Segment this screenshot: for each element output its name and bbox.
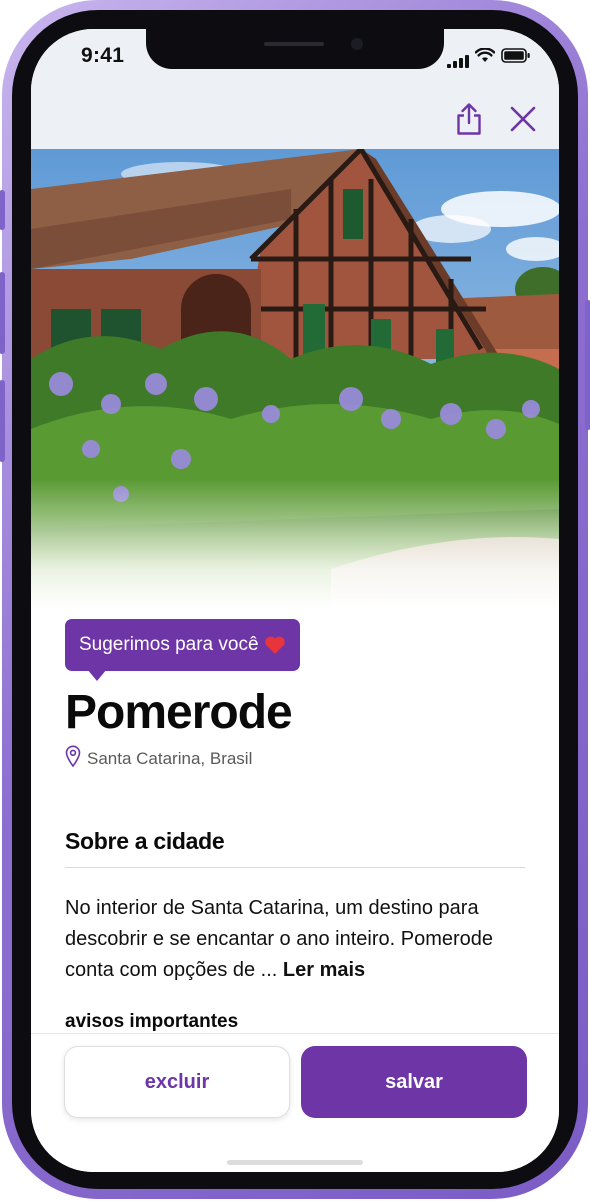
speaker <box>264 42 324 46</box>
save-button[interactable]: salvar <box>301 1046 527 1118</box>
volume-down-button <box>0 380 5 462</box>
heart-icon <box>264 635 286 655</box>
destination-title: Pomerode <box>65 686 293 739</box>
about-section-title: Sobre a cidade <box>65 828 225 854</box>
silent-switch <box>0 190 5 230</box>
pin-icon <box>65 745 81 772</box>
home-indicator <box>227 1160 363 1165</box>
cellular-signal-icon <box>447 55 469 68</box>
share-icon[interactable] <box>451 101 487 137</box>
status-time: 9:41 <box>81 44 125 67</box>
hero-image <box>31 149 559 609</box>
status-icons <box>447 47 531 68</box>
badge-label: Sugerimos para você <box>79 634 259 655</box>
wifi-icon <box>474 47 496 68</box>
about-description: No interior de Santa Catarina, um destin… <box>65 893 535 986</box>
section-divider <box>65 867 525 868</box>
battery-icon <box>501 48 531 68</box>
delete-button[interactable]: excluir <box>64 1046 290 1118</box>
read-more-link[interactable]: Ler mais <box>283 959 365 981</box>
top-actions <box>451 101 541 137</box>
close-icon[interactable] <box>505 101 541 137</box>
bottom-action-bar: excluir salvar <box>31 1033 559 1172</box>
destination-location: Santa Catarina, Brasil <box>65 745 252 772</box>
app-screen: 9:41 Sugerimos para você Pomerode Santa … <box>31 29 559 1172</box>
front-camera <box>351 38 363 50</box>
location-text: Santa Catarina, Brasil <box>87 748 253 768</box>
suggestion-badge: Sugerimos para você <box>65 619 300 681</box>
power-button <box>585 300 590 430</box>
notices-title: avisos importantes <box>65 1011 239 1032</box>
about-text: No interior de Santa Catarina, um destin… <box>65 897 494 981</box>
hero-fade <box>31 479 559 609</box>
volume-up-button <box>0 272 5 354</box>
notch <box>146 29 444 69</box>
